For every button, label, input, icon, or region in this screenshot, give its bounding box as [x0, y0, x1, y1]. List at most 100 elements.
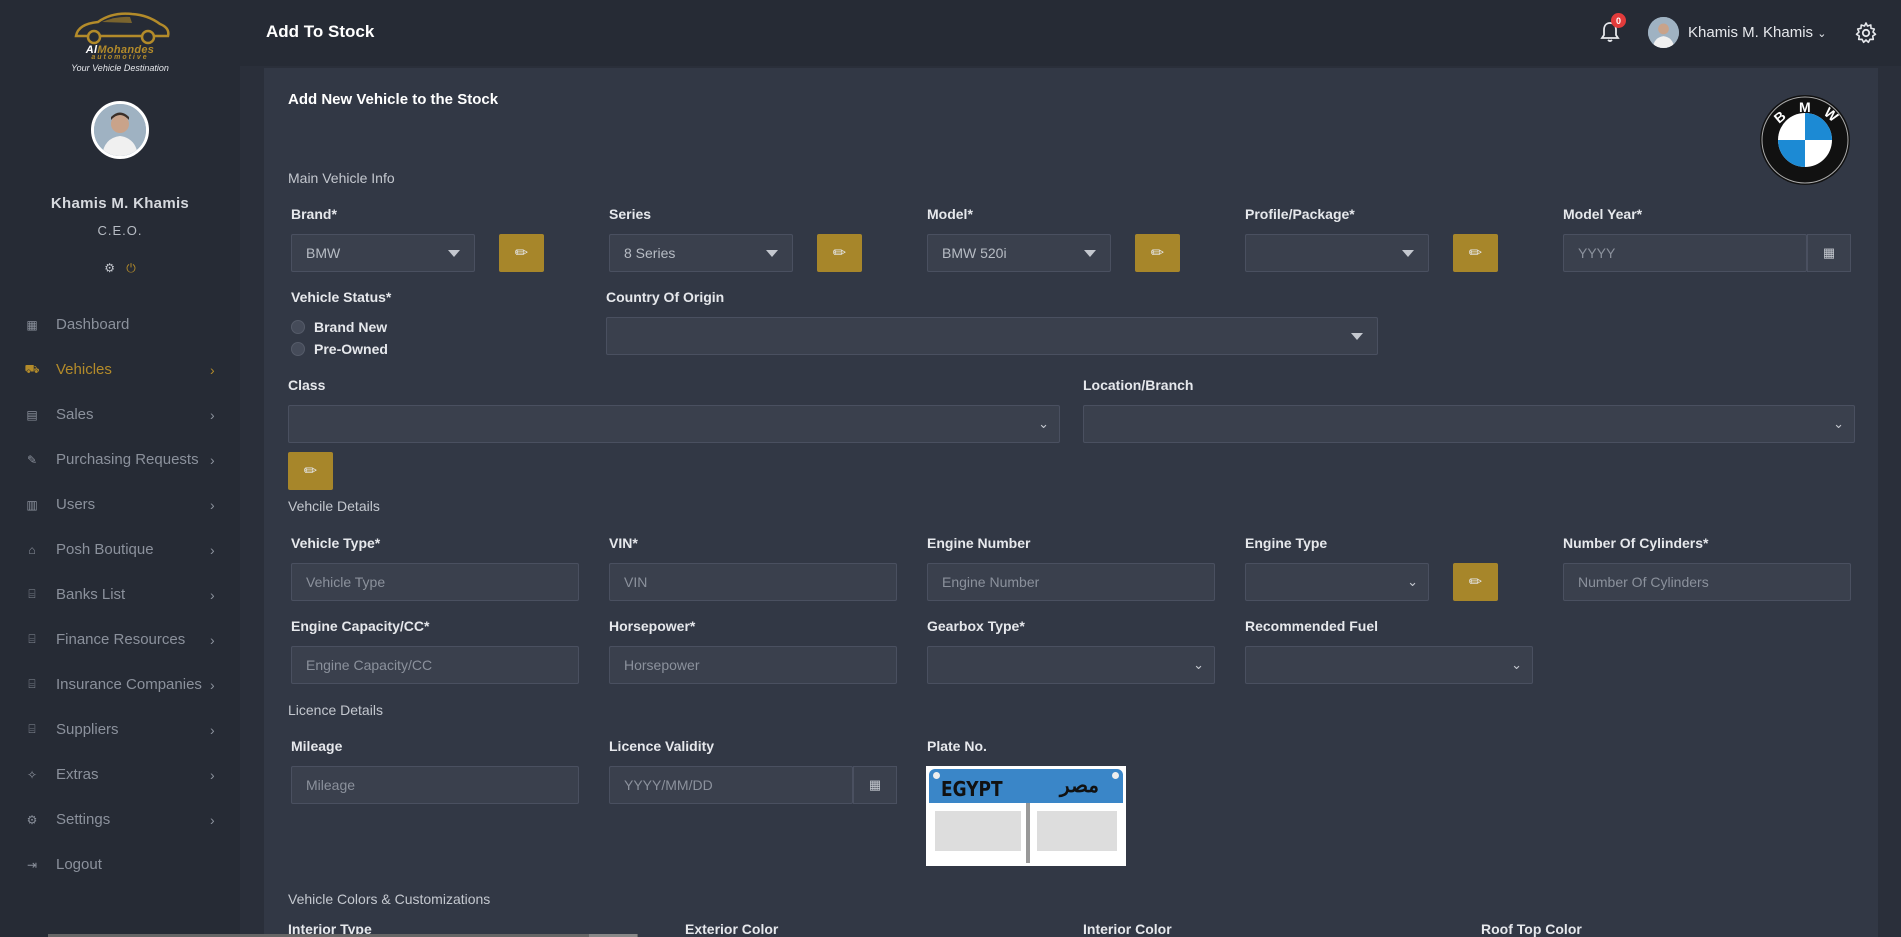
gearbox-label: Gearbox Type*: [927, 618, 1025, 634]
engine-type-select[interactable]: ⌄: [1245, 563, 1429, 601]
engine-number-input[interactable]: Engine Number: [927, 563, 1215, 601]
top-header: Add To Stock 0 Khamis M. Khamis ⌄: [240, 0, 1901, 66]
sidebar-item-label: Settings: [56, 811, 111, 828]
profile-avatar[interactable]: [91, 101, 149, 159]
cylinders-input[interactable]: Number Of Cylinders: [1563, 563, 1851, 601]
pencil-icon: ✏: [1150, 245, 1165, 262]
series-select[interactable]: 8 Series: [609, 234, 793, 272]
caret-down-icon: [1351, 333, 1363, 340]
series-value: 8 Series: [624, 245, 676, 261]
person-avatar-icon: [1648, 17, 1679, 48]
settings-icon: ⚙: [26, 812, 38, 827]
chevron-right-icon: ›: [210, 631, 215, 648]
sidebar-item-settings[interactable]: ⚙ Settings ›: [0, 797, 240, 842]
brand-label: Brand*: [291, 206, 337, 222]
calendar-icon: ▦: [1822, 245, 1836, 260]
sidebar-item-label: Posh Boutique: [56, 541, 154, 558]
chevron-down-icon: ⌄: [1038, 416, 1049, 431]
bmw-logo: B M W: [1760, 95, 1850, 185]
plate-numbers-box[interactable]: [1037, 811, 1117, 851]
brand-select[interactable]: BMW: [291, 234, 475, 272]
vin-label: VIN*: [609, 535, 638, 551]
sidebar-item-label: Suppliers: [56, 721, 119, 738]
interior-color-label: Interior Color: [1083, 921, 1172, 937]
plate-bolt-icon: [933, 772, 940, 779]
class-select[interactable]: ⌄: [288, 405, 1060, 443]
gearbox-select[interactable]: ⌄: [927, 646, 1215, 684]
country-label: Country Of Origin: [606, 289, 725, 305]
engine-capacity-label: Engine Capacity/CC*: [291, 618, 430, 634]
sidebar-item-vehicles[interactable]: ⛟ Vehicles ›: [0, 347, 240, 392]
plate-number-input[interactable]: EGYPT مصر: [926, 766, 1126, 866]
request-icon: ✎: [26, 452, 38, 467]
model-select[interactable]: BMW 520i: [927, 234, 1111, 272]
exterior-color-label: Exterior Color: [685, 921, 779, 937]
sidebar-item-label: Insurance Companies: [56, 676, 202, 693]
sidebar-item-sales[interactable]: ▤ Sales ›: [0, 392, 240, 437]
horsepower-input[interactable]: Horsepower: [609, 646, 897, 684]
sidebar-item-users[interactable]: ▥ Users ›: [0, 482, 240, 527]
sidebar-item-extras[interactable]: ✧ Extras ›: [0, 752, 240, 797]
status-pre-owned-radio[interactable]: [291, 342, 305, 356]
vehicle-status-label: Vehicle Status*: [291, 289, 392, 305]
dashboard-icon: ▦: [26, 317, 38, 332]
status-brand-new-radio[interactable]: [291, 320, 305, 334]
sidebar-item-banks-list[interactable]: ⌸ Banks List ›: [0, 572, 240, 617]
sidebar-item-purchasing-requests[interactable]: ✎ Purchasing Requests ›: [0, 437, 240, 482]
series-label: Series: [609, 206, 652, 222]
sidebar-item-finance-resources[interactable]: ⌸ Finance Resources ›: [0, 617, 240, 662]
vin-input[interactable]: VIN: [609, 563, 897, 601]
brand-edit-button[interactable]: ✏: [499, 234, 544, 272]
plate-letters-box[interactable]: [935, 811, 1021, 851]
user-menu[interactable]: Khamis M. Khamis ⌄: [1688, 24, 1826, 41]
licence-validity-label: Licence Validity: [609, 738, 715, 754]
power-icon[interactable]: ⏻: [126, 261, 136, 275]
vehicle-type-input[interactable]: Vehicle Type: [291, 563, 579, 601]
sidebar-item-label: Purchasing Requests: [56, 451, 199, 468]
section-licence-details: Licence Details: [288, 702, 383, 718]
sidebar-item-label: Dashboard: [56, 316, 130, 333]
company-logo[interactable]: AlMohandes automotive Your Vehicle Desti…: [64, 8, 176, 84]
chevron-right-icon: ›: [210, 361, 215, 378]
licence-validity-input[interactable]: YYYY/MM/DD: [609, 766, 853, 804]
plate-country-ar: مصر: [1059, 775, 1099, 797]
model-year-calendar-button[interactable]: ▦: [1807, 234, 1851, 272]
profile-edit-button[interactable]: ✏: [1453, 234, 1498, 272]
country-select[interactable]: [606, 317, 1378, 355]
finance-icon: ⌸: [28, 632, 36, 646]
gear-icon[interactable]: ⚙: [104, 261, 115, 275]
chevron-right-icon: ›: [210, 586, 215, 603]
brand-value: BMW: [306, 245, 341, 261]
location-select[interactable]: ⌄: [1083, 405, 1855, 443]
sidebar-item-label: Extras: [56, 766, 99, 783]
sidebar-item-insurance-companies[interactable]: ⌸ Insurance Companies ›: [0, 662, 240, 707]
sidebar-item-label: Finance Resources: [56, 631, 186, 648]
form-title: Add New Vehicle to the Stock: [288, 91, 499, 108]
sidebar-item-dashboard[interactable]: ▦ Dashboard: [0, 302, 240, 347]
mileage-input[interactable]: Mileage: [291, 766, 579, 804]
sidebar-item-posh-boutique[interactable]: ⌂ Posh Boutique ›: [0, 527, 240, 572]
plate-divider: [1026, 803, 1030, 863]
plate-country-en: EGYPT: [941, 777, 1003, 801]
model-year-input[interactable]: YYYY: [1563, 234, 1807, 272]
gear-icon[interactable]: [1854, 21, 1878, 45]
model-edit-button[interactable]: ✏: [1135, 234, 1180, 272]
series-edit-button[interactable]: ✏: [817, 234, 862, 272]
chevron-right-icon: ›: [210, 406, 215, 423]
fuel-select[interactable]: ⌄: [1245, 646, 1533, 684]
sidebar-item-logout[interactable]: ⇥ Logout: [0, 842, 240, 887]
engine-type-edit-button[interactable]: ✏: [1453, 563, 1498, 601]
class-label: Class: [288, 377, 326, 393]
sidebar-item-label: Logout: [56, 856, 102, 873]
fuel-label: Recommended Fuel: [1245, 618, 1379, 634]
user-avatar[interactable]: [1648, 17, 1679, 48]
sidebar-item-suppliers[interactable]: ⌸ Suppliers ›: [0, 707, 240, 752]
user-name: Khamis M. Khamis: [1688, 24, 1814, 41]
sidebar-item-label: Users: [56, 496, 96, 513]
chevron-right-icon: ›: [210, 721, 215, 738]
class-edit-button[interactable]: ✏: [288, 452, 333, 490]
licence-validity-calendar-button[interactable]: ▦: [853, 766, 897, 804]
engine-capacity-input[interactable]: Engine Capacity/CC: [291, 646, 579, 684]
profile-select[interactable]: [1245, 234, 1429, 272]
sidebar: AlMohandes automotive Your Vehicle Desti…: [0, 0, 240, 937]
